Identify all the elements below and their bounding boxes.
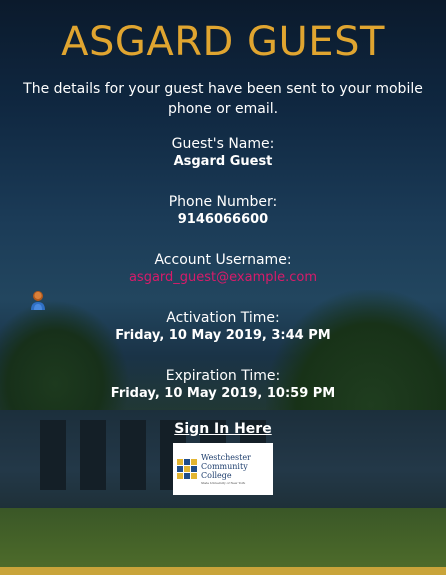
activation-value: Friday, 10 May 2019, 3:44 PM <box>115 328 331 343</box>
expiration-group: Expiration Time: Friday, 10 May 2019, 10… <box>0 367 446 403</box>
guest-name-group: Guest's Name: Asgard Guest <box>0 135 446 171</box>
logo-line-3: State University of New York <box>201 480 246 485</box>
activation-label: Activation Time: <box>166 310 280 326</box>
phone-group: Phone Number: 9146066600 <box>0 193 446 229</box>
intro-message: The details for your guest have been sen… <box>23 81 423 117</box>
user-avatar-icon <box>29 289 47 311</box>
guest-name-value: Asgard Guest <box>173 154 273 169</box>
username-label: Account Username: <box>154 252 292 268</box>
footer-gold-bar <box>0 567 446 575</box>
expiration-value: Friday, 10 May 2019, 10:59 PM <box>110 386 336 401</box>
phone-value: 9146066600 <box>177 212 269 227</box>
college-logo: Westchester Community College State Univ… <box>173 443 273 495</box>
guest-name-label: Guest's Name: <box>171 136 275 152</box>
phone-label: Phone Number: <box>168 194 278 210</box>
page-title: ASGARD GUEST <box>61 19 385 65</box>
college-logo-icon <box>177 459 197 479</box>
activation-group: Activation Time: Friday, 10 May 2019, 3:… <box>0 309 446 345</box>
expiration-label: Expiration Time: <box>165 368 281 384</box>
logo-line-1: Westchester <box>201 452 251 462</box>
username-value: asgard_guest@example.com <box>128 270 318 285</box>
logo-line-2: Community College <box>201 461 248 480</box>
username-group: Account Username: asgard_guest@example.c… <box>0 251 446 287</box>
sign-in-link[interactable]: Sign In Here <box>174 421 271 437</box>
guest-details-panel: ASGARD GUEST The details for your guest … <box>0 0 446 495</box>
